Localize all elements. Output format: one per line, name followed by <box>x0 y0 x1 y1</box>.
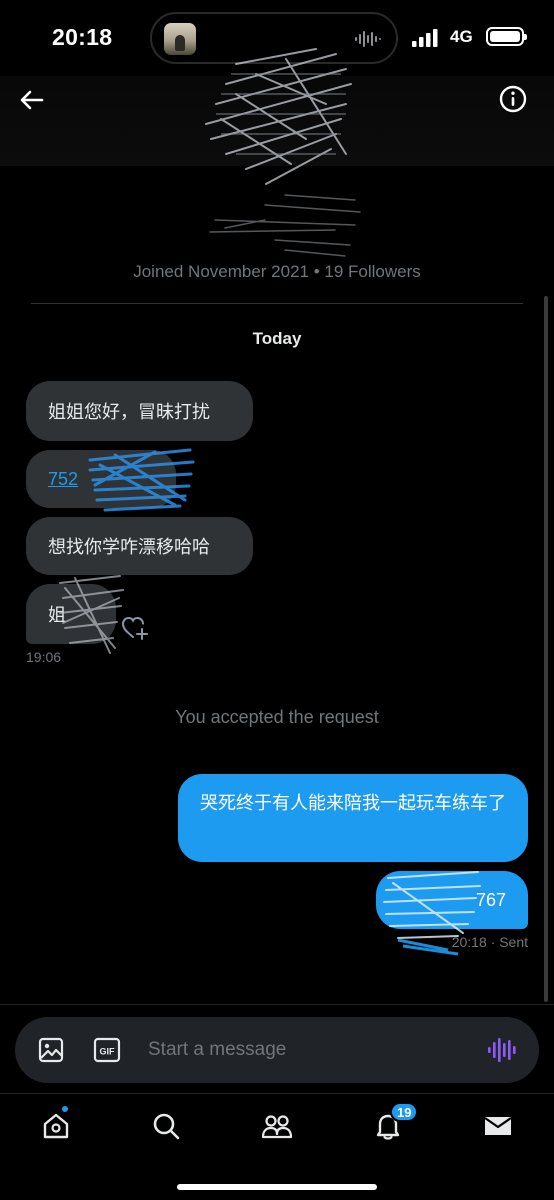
arrow-left-icon <box>20 90 44 110</box>
nav-home[interactable] <box>36 1106 76 1146</box>
notification-count-badge: 19 <box>390 1102 419 1122</box>
battery-icon <box>486 27 527 46</box>
message-input[interactable] <box>148 1032 448 1068</box>
search-icon <box>153 1113 180 1140</box>
redacted-text <box>59 575 124 654</box>
incoming-message[interactable]: 想找你学咋漂移哈哈 <box>26 517 253 575</box>
header-divider <box>31 303 523 304</box>
mail-icon <box>484 1117 512 1135</box>
status-time: 20:18 <box>52 24 113 50</box>
message-text: 哭死终于有人能来陪我一起玩车练车了 <box>200 793 506 813</box>
voice-wave-icon[interactable] <box>487 1036 517 1064</box>
message-link[interactable]: 752 <box>48 469 78 490</box>
nav-search[interactable] <box>146 1106 186 1146</box>
info-button[interactable] <box>498 84 528 114</box>
redacted-number <box>88 448 195 512</box>
composer-divider <box>0 1004 554 1005</box>
home-icon <box>43 1113 69 1139</box>
back-button[interactable] <box>16 84 48 116</box>
scrollbar[interactable] <box>544 296 548 1002</box>
system-note: You accepted the request <box>175 707 379 727</box>
home-new-indicator <box>60 1104 70 1114</box>
communities-icon <box>261 1115 293 1139</box>
cellular-signal-icon <box>412 29 438 47</box>
gif-icon[interactable]: GIF <box>93 1036 121 1064</box>
message-text: 想找你学咋漂移哈哈 <box>48 537 210 557</box>
date-separator: Today <box>252 329 302 348</box>
incoming-message[interactable]: 姐姐您好，冒昧打扰 <box>26 381 253 441</box>
redacted-name <box>209 194 361 257</box>
redacted-avatar <box>205 48 352 185</box>
outgoing-message[interactable]: 哭死终于有人能来陪我一起玩车练车了 <box>178 774 528 862</box>
svg-text:GIF: GIF <box>100 1047 116 1057</box>
audio-wave-icon <box>355 31 381 47</box>
profile-join-info: Joined November 2021 • 19 Followers <box>133 262 421 281</box>
nav-messages[interactable] <box>478 1106 518 1146</box>
message-composer: GIF <box>15 1017 539 1083</box>
nav-communities[interactable] <box>257 1106 297 1146</box>
network-type: 4G <box>450 27 473 46</box>
info-circle-icon <box>499 85 527 113</box>
image-icon[interactable] <box>37 1036 65 1064</box>
redacted-outgoing <box>383 871 481 956</box>
message-text: 姐姐您好，冒昧打扰 <box>48 402 210 422</box>
home-indicator[interactable] <box>177 1184 377 1190</box>
now-playing-artwork <box>164 23 196 55</box>
